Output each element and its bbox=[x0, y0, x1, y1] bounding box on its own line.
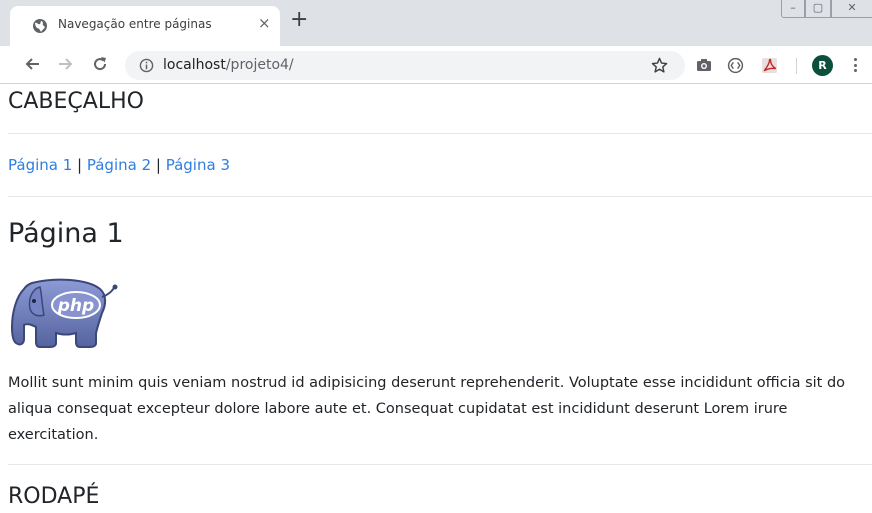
address-bar[interactable]: localhost/projeto4/ bbox=[125, 51, 685, 80]
tab-title: Navegação entre páginas bbox=[58, 17, 212, 31]
camera-button[interactable] bbox=[695, 56, 713, 74]
site-footer: RODAPÉ bbox=[8, 484, 100, 509]
site-header: CABEÇALHO bbox=[8, 89, 144, 114]
profile-avatar[interactable]: R bbox=[812, 55, 833, 76]
url-text: localhost/projeto4/ bbox=[163, 57, 294, 73]
extension-button[interactable] bbox=[726, 56, 744, 74]
page-viewport: CABEÇALHO Página 1 | Página 2 | Página 3… bbox=[0, 85, 872, 513]
tab-strip: Navegação entre páginas × + – ▢ ✕ bbox=[0, 0, 872, 46]
tab-close-icon[interactable]: × bbox=[258, 14, 271, 32]
url-path: /projeto4/ bbox=[225, 57, 294, 73]
page-title: Página 1 bbox=[8, 218, 124, 249]
new-tab-button[interactable]: + bbox=[290, 9, 308, 31]
globe-icon bbox=[33, 19, 47, 33]
php-logo-text: php bbox=[57, 296, 94, 316]
page-navigation: Página 1 | Página 2 | Página 3 bbox=[8, 156, 230, 174]
reload-icon bbox=[94, 57, 107, 71]
back-button[interactable] bbox=[22, 54, 42, 74]
nav-link-pagina-3[interactable]: Página 3 bbox=[166, 156, 230, 174]
camera-icon bbox=[697, 59, 711, 71]
forward-arrow-icon bbox=[59, 58, 73, 70]
minimize-button[interactable]: – bbox=[781, 0, 805, 18]
nav-link-pagina-1[interactable]: Página 1 bbox=[8, 156, 72, 174]
reload-button[interactable] bbox=[90, 54, 110, 74]
nav-separator: | bbox=[151, 156, 166, 174]
kebab-menu-icon[interactable] bbox=[850, 55, 860, 75]
close-window-button[interactable]: ✕ bbox=[831, 0, 872, 18]
url-host: localhost bbox=[163, 57, 226, 73]
back-arrow-icon bbox=[25, 58, 39, 70]
php-elephant-logo: php bbox=[10, 278, 118, 348]
pdf-icon bbox=[761, 57, 777, 73]
nav-link-pagina-2[interactable]: Página 2 bbox=[87, 156, 151, 174]
nav-separator: | bbox=[72, 156, 87, 174]
toolbar-separator bbox=[796, 58, 797, 74]
star-icon[interactable] bbox=[651, 57, 668, 74]
browser-toolbar: localhost/projeto4/ R bbox=[0, 46, 872, 84]
maximize-button[interactable]: ▢ bbox=[805, 0, 831, 18]
header-divider bbox=[8, 133, 872, 134]
footer-divider bbox=[8, 464, 872, 465]
browser-tab-active[interactable]: Navegação entre páginas × bbox=[10, 6, 280, 46]
extension-icon bbox=[727, 57, 743, 73]
nav-divider bbox=[8, 196, 872, 197]
body-paragraph: Mollit sunt minim quis veniam nostrud id… bbox=[8, 375, 846, 443]
pdf-extension-button[interactable] bbox=[760, 56, 778, 74]
forward-button[interactable] bbox=[56, 54, 76, 74]
info-icon[interactable] bbox=[139, 58, 154, 73]
